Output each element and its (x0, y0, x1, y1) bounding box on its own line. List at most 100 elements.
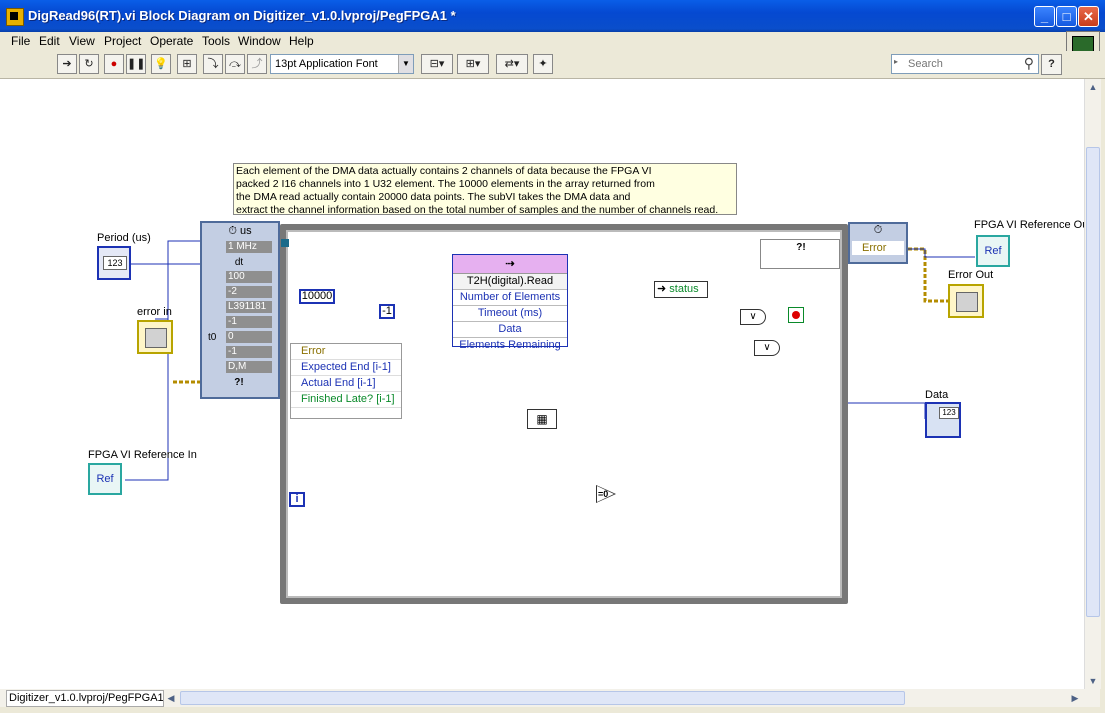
labview-app-icon[interactable] (6, 8, 24, 26)
step-into-icon[interactable]: ⤵ (203, 54, 223, 74)
fpga-ref-out-indicator[interactable]: Ref (976, 235, 1010, 267)
search-options-icon[interactable]: ▸ (894, 57, 898, 66)
reorder-icon[interactable]: ⇄▾ (496, 54, 528, 74)
tl-priority-value: -2 (226, 286, 272, 298)
tl-row-mode[interactable]: D,M (204, 361, 274, 375)
menu-file[interactable]: File (11, 34, 30, 48)
data-label: Data (925, 389, 949, 401)
tl-row-offset[interactable]: -1 (204, 316, 274, 330)
scroll-down-icon[interactable]: ▼ (1086, 674, 1100, 688)
search-box[interactable]: ▸ ⚲ (891, 54, 1039, 74)
run-continuously-icon[interactable]: ↻ (79, 54, 99, 74)
left-node-actual-end[interactable]: Actual End [i-1] (291, 376, 401, 392)
pause-icon[interactable]: ❚❚ (126, 54, 146, 74)
loop-tunnel (281, 239, 289, 247)
tl-row-t0[interactable]: t0 0 (204, 331, 274, 345)
error-in-control[interactable] (137, 320, 173, 354)
period-control[interactable]: 123 (97, 246, 131, 280)
chevron-down-icon: ▼ (398, 55, 413, 73)
right-node-error[interactable]: Error (852, 241, 904, 255)
tl-t0-label: t0 (208, 332, 217, 343)
tl-row-error[interactable]: ?! (204, 376, 274, 390)
fifo-header-icon: ⇢ (453, 255, 567, 274)
font-dropdown-value: 13pt Application Font (275, 58, 378, 70)
tl-row-deadline[interactable]: -1 (204, 346, 274, 360)
tl-name-value: L391181 (226, 301, 272, 313)
left-data-node[interactable]: Error Expected End [i-1] Actual End [i-1… (290, 343, 402, 419)
clock-icon: ⏱ (873, 224, 883, 236)
scroll-right-icon[interactable]: ▶ (1068, 691, 1082, 705)
fpga-ref-in-control[interactable]: Ref (88, 463, 122, 495)
error-out-indicator[interactable] (948, 284, 984, 318)
search-icon[interactable]: ⚲ (1024, 55, 1034, 72)
unbundle-status-node[interactable]: ➜ status (654, 281, 708, 298)
stop-condition-terminal[interactable] (788, 307, 804, 323)
timed-loop-output-node[interactable]: ⏱ Error (848, 222, 908, 264)
highlight-execution-icon[interactable]: 💡 (151, 54, 171, 74)
fifo-data[interactable]: Data (453, 322, 567, 338)
period-label: Period (us) (97, 232, 151, 244)
close-button[interactable]: ✕ (1078, 6, 1099, 27)
distribute-objects-icon[interactable]: ⊞▾ (457, 54, 489, 74)
timeout-constant[interactable]: -1 (379, 304, 395, 319)
step-over-icon[interactable]: ⤼ (225, 54, 245, 74)
tl-deadline-value: -1 (226, 346, 272, 358)
search-input[interactable] (906, 57, 1020, 71)
tl-row-period[interactable]: 100 (204, 271, 274, 285)
comment-line-4: extract the channel information based on… (236, 204, 719, 216)
retain-wire-values-icon[interactable]: ⊞ (177, 54, 197, 74)
run-arrow-icon[interactable]: ➔ (57, 54, 77, 74)
array-subvi-icon[interactable]: ▦ (527, 409, 557, 429)
vertical-scrollbar[interactable]: ▲ ▼ (1084, 79, 1101, 689)
cleanup-diagram-icon[interactable]: ✦ (533, 54, 553, 74)
menu-window[interactable]: Window (238, 34, 281, 48)
tl-row-priority[interactable]: -2 (204, 286, 274, 300)
left-node-finished-late[interactable]: Finished Late? [i-1] (291, 392, 401, 408)
tl-row-src[interactable]: 1 MHz (204, 241, 274, 255)
minimize-button[interactable]: _ (1034, 6, 1055, 27)
comment-line-3: the DMA read actually contain 20000 data… (236, 191, 631, 203)
period-control-value: 123 (103, 256, 127, 270)
align-objects-icon[interactable]: ⊟▾ (421, 54, 453, 74)
tl-row-dt[interactable]: dt (204, 256, 274, 270)
or-gate-1[interactable]: ∨ (740, 309, 766, 325)
data-indicator[interactable]: 123 (925, 402, 961, 438)
scroll-left-icon[interactable]: ◀ (164, 691, 178, 705)
abort-icon[interactable]: ● (104, 54, 124, 74)
menu-edit[interactable]: Edit (39, 34, 60, 48)
tl-t0-value: 0 (226, 331, 272, 343)
font-dropdown[interactable]: 13pt Application Font ▼ (270, 54, 414, 74)
fpga-ref-in-label: FPGA VI Reference In (88, 449, 197, 461)
fifo-number-of-elements[interactable]: Number of Elements (453, 290, 567, 306)
menu-tools[interactable]: Tools (202, 34, 230, 48)
fifo-timeout[interactable]: Timeout (ms) (453, 306, 567, 322)
menu-view[interactable]: View (69, 34, 95, 48)
elements-constant[interactable]: 10000 (299, 289, 335, 304)
left-node-error[interactable]: Error (291, 344, 401, 360)
iteration-terminal[interactable]: i (289, 492, 305, 507)
vertical-scroll-thumb[interactable] (1086, 147, 1100, 617)
menu-project[interactable]: Project (104, 34, 141, 48)
status-label: status (669, 283, 699, 295)
or-gate-2[interactable]: ∨ (754, 340, 780, 356)
menu-bar: File Edit View Project Operate Tools Win… (0, 31, 1105, 63)
tl-row-name[interactable]: L391181 (204, 301, 274, 315)
left-node-expected-end[interactable]: Expected End [i-1] (291, 360, 401, 376)
horizontal-scrollbar[interactable]: ◀ ▶ (0, 689, 1100, 707)
block-diagram-canvas[interactable]: Each element of the DMA data actually co… (0, 79, 1084, 689)
menu-help[interactable]: Help (289, 34, 314, 48)
timed-loop-input-node[interactable]: ⏱ us 1 MHz dt 100 -2 L391181 -1 t0 0 -1 D… (200, 221, 280, 399)
right-inner-node[interactable]: ?! (760, 239, 840, 269)
scroll-up-icon[interactable]: ▲ (1086, 80, 1100, 94)
horizontal-scroll-thumb[interactable] (180, 691, 905, 705)
comment-note[interactable]: Each element of the DMA data actually co… (233, 163, 737, 216)
error-cluster-icon: ?! (796, 242, 806, 253)
step-out-icon[interactable]: ⤴ (247, 54, 267, 74)
fifo-read-node[interactable]: ⇢ T2H(digital).Read Number of Elements T… (452, 254, 568, 351)
project-context[interactable]: Digitizer_v1.0.lvproj/PegFPGA1 (6, 690, 164, 707)
maximize-button[interactable]: □ (1056, 6, 1077, 27)
help-icon[interactable]: ? (1041, 54, 1062, 75)
clock-icon: ⏱ (228, 225, 237, 237)
menu-operate[interactable]: Operate (150, 34, 193, 48)
fifo-elements-remaining[interactable]: Elements Remaining (453, 338, 567, 353)
